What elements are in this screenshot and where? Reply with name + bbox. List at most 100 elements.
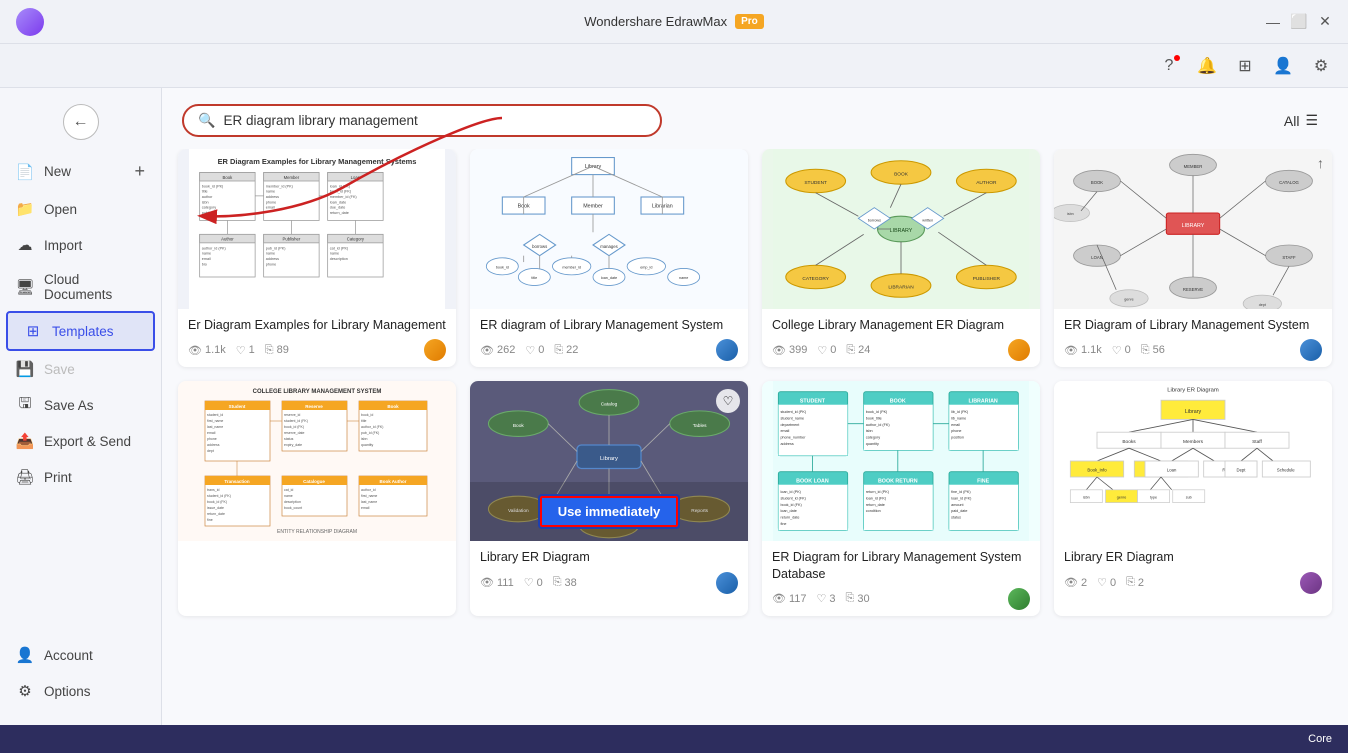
card-avatar-6 [716,572,738,594]
svg-text:genre: genre [1117,496,1127,500]
svg-text:author_id (PK): author_id (PK) [202,246,226,250]
card-avatar-3 [1008,339,1030,361]
sidebar-item-import[interactable]: ☁ Import [0,227,161,263]
svg-text:COLLEGE LIBRARY MANAGEMENT SYS: COLLEGE LIBRARY MANAGEMENT SYSTEM [253,389,382,395]
svg-text:Publisher: Publisher [283,237,301,242]
card-stats-6: 👁 111 ♡ 0 ⎘ 38 [480,572,738,594]
notification-icon[interactable]: 🔔 [1196,55,1218,77]
svg-text:publisher: publisher [202,211,218,215]
svg-text:book_id: book_id [496,265,509,269]
card-avatar-4 [1300,339,1322,361]
template-card-8[interactable]: Library ER Diagram Library Books Members… [1054,381,1332,616]
minimize-btn[interactable]: — [1266,15,1280,29]
svg-text:paid_date: paid_date [951,509,967,513]
layout-icon[interactable]: ⊞ [1234,55,1256,77]
svg-text:emp_id: emp_id [640,265,652,269]
svg-text:pub_id (PK): pub_id (PK) [266,246,286,250]
card-avatar-2 [716,339,738,361]
card-body-5 [178,541,456,561]
all-label: All [1284,113,1300,129]
template-card-5[interactable]: COLLEGE LIBRARY MANAGEMENT SYSTEM Studen… [178,381,456,616]
sidebar-item-print[interactable]: 🖨 Print [0,459,161,495]
sidebar-label-export: Export & Send [44,434,145,449]
sidebar-item-export[interactable]: 📤 Export & Send [0,423,161,459]
template-card-7[interactable]: STUDENT student_id (PK) student_name dep… [762,381,1040,616]
svg-text:email: email [951,423,960,427]
svg-text:lib_id (PK): lib_id (PK) [951,410,968,414]
svg-text:Catalog: Catalog [601,402,618,408]
maximize-btn[interactable]: ⬜ [1292,15,1306,29]
template-card-3[interactable]: LIBRARY STUDENT BOOK AUTHOR CATEGORY [762,149,1040,367]
svg-text:loan_date: loan_date [780,509,796,513]
copies-stat-8: ⎘ 2 [1126,576,1144,589]
search-input[interactable] [223,113,646,128]
likes-stat-2: ♡ 0 [525,344,544,357]
svg-text:Book_Info: Book_Info [1087,468,1107,473]
svg-text:phone: phone [951,429,961,433]
card-title-1: Er Diagram Examples for Library Manageme… [188,317,446,333]
views-stat-6: 👁 111 [480,576,514,589]
template-card-1[interactable]: ER Diagram Examples for Library Manageme… [178,149,456,367]
copies-stat-1: ⎘ 89 [265,344,289,357]
use-immediately-overlay: Use immediately [470,482,748,541]
sidebar-label-print: Print [44,470,145,485]
svg-text:first_name: first_name [207,419,223,423]
views-stat-4: 👁 1.1k [1064,344,1102,357]
close-btn[interactable]: ✕ [1318,15,1332,29]
svg-text:return_date: return_date [780,516,799,520]
svg-text:cat_id: cat_id [284,488,293,492]
use-immediately-btn[interactable]: Use immediately [538,494,681,529]
card-title-4: ER Diagram of Library Management System [1064,317,1322,333]
svg-text:BOOK LOAN: BOOK LOAN [796,479,829,485]
likes-stat-7: ♡ 3 [817,592,836,605]
svg-text:last_name: last_name [207,425,223,429]
template-card-4[interactable]: LIBRARY BOOK MEMBER CATALOG LOAN [1054,149,1332,367]
svg-text:LOAN: LOAN [1091,255,1103,260]
template-card-2[interactable]: Library Book Member Librarian borrows [470,149,748,367]
card-stats-1: 👁 1.1k ♡ 1 ⎘ 89 [188,339,446,361]
diagram-svg-1: ER Diagram Examples for Library Manageme… [178,149,456,309]
sidebar-item-save: 💾 Save [0,351,161,387]
sidebar-item-templates[interactable]: ⊞ Templates [6,311,155,351]
card-image-2: Library Book Member Librarian borrows [470,149,748,309]
template-card-6[interactable]: Library Book Catalog Tables Validation M… [470,381,748,616]
svg-text:PUBLISHER: PUBLISHER [973,276,1001,282]
sidebar-item-saveas[interactable]: 🖫 Save As [0,387,161,423]
views-stat-3: 👁 399 [772,344,807,357]
svg-text:fine: fine [207,518,213,522]
svg-text:Loan: Loan [1167,468,1177,473]
all-filter-btn[interactable]: All ☰ [1274,108,1328,133]
sidebar-item-open[interactable]: 📁 Open [0,191,161,227]
svg-text:email: email [266,206,275,210]
svg-text:position: position [951,436,964,440]
help-icon[interactable]: ? [1158,55,1180,77]
svg-text:AUTHOR: AUTHOR [976,180,997,186]
save-icon: 💾 [16,360,34,378]
svg-text:borrows: borrows [532,244,547,249]
svg-text:loan_id (FK): loan_id (FK) [866,497,886,501]
svg-text:quantity: quantity [361,443,374,447]
sidebar-item-cloud[interactable]: 🖥 Cloud Documents [0,263,161,311]
sidebar-item-options[interactable]: ⚙ Options [0,673,161,709]
svg-text:book_id (FK): book_id (FK) [207,500,227,504]
svg-text:manages: manages [600,244,617,249]
sidebar-label-templates: Templates [52,324,137,339]
svg-text:member_id (PK): member_id (PK) [266,184,293,188]
svg-text:book_id (FK): book_id (FK) [284,425,304,429]
account-icon: 👤 [16,646,34,664]
card-image-5: COLLEGE LIBRARY MANAGEMENT SYSTEM Studen… [178,381,456,541]
open-icon: 📁 [16,200,34,218]
settings-icon[interactable]: ⚙ [1310,55,1332,77]
card-image-6: Library Book Catalog Tables Validation M… [470,381,748,541]
svg-text:quantity: quantity [866,442,879,446]
saveas-icon: 🖫 [16,396,34,414]
svg-text:ENTITY RELATIONSHIP DIAGRAM: ENTITY RELATIONSHIP DIAGRAM [277,529,357,535]
new-plus-icon: + [134,161,145,182]
svg-text:isbn: isbn [866,429,873,433]
svg-text:phone_number: phone_number [780,436,806,440]
svg-text:condition: condition [866,509,881,513]
sidebar-item-account[interactable]: 👤 Account [0,637,161,673]
back-button[interactable]: ← [63,104,99,140]
sidebar-item-new[interactable]: 📄 New + [0,152,161,191]
user-icon[interactable]: 👤 [1272,55,1294,77]
